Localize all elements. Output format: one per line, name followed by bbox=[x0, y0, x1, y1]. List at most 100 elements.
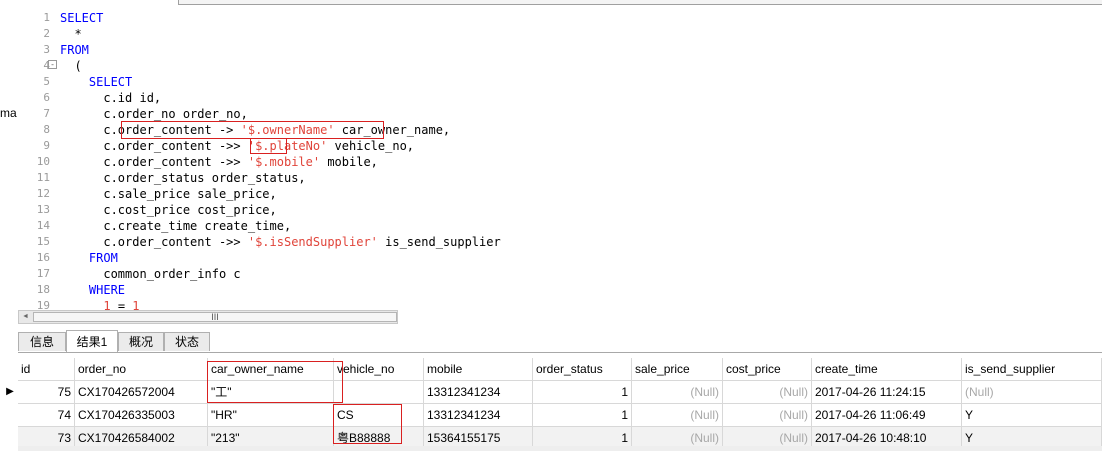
sql-editor[interactable]: ▸ 12345678910111213141516171819 - SELECT… bbox=[18, 0, 1102, 310]
column-header-order-status[interactable]: order_status bbox=[533, 358, 632, 380]
cell-mobile[interactable]: 13312341234 bbox=[424, 404, 533, 426]
column-header-sale-price[interactable]: sale_price bbox=[632, 358, 723, 380]
annotation-box-arrow-operator bbox=[250, 138, 287, 154]
column-header-mobile[interactable]: mobile bbox=[424, 358, 533, 380]
line-number: 15 bbox=[36, 235, 50, 248]
current-row-marker-icon: ▶ bbox=[6, 386, 14, 397]
sql-text: = bbox=[110, 299, 133, 310]
cell-create-time[interactable]: 2017-04-26 11:24:15 bbox=[812, 381, 962, 403]
sql-text: is_send_supplier bbox=[377, 235, 501, 249]
grid-header-row: id order_no car_owner_name vehicle_no mobile… bbox=[18, 358, 1102, 381]
line-number: 12 bbox=[36, 187, 50, 200]
cell-is-send-supplier[interactable]: (Null) bbox=[962, 381, 1102, 403]
column-header-id[interactable]: id bbox=[18, 358, 75, 380]
sql-text: c.order_content ->> bbox=[60, 139, 248, 153]
grid-bottom-edge bbox=[18, 446, 1102, 451]
cell-car-owner-name[interactable]: "HR" bbox=[208, 404, 334, 426]
cell-order-status[interactable]: 1 bbox=[533, 381, 632, 403]
line-number: 10 bbox=[36, 155, 50, 168]
result-tab-bar: 信息 结果1 概况 状态 bbox=[18, 330, 1102, 353]
tab-status[interactable]: 状态 bbox=[164, 332, 210, 351]
cell-cost-price[interactable]: (Null) bbox=[723, 381, 812, 403]
line-number: 8 bbox=[43, 123, 50, 136]
column-header-create-time[interactable]: create_time bbox=[812, 358, 962, 380]
line-number-gutter: 1 2 3 4 5 6 7 8 9 10 11 12 13 14 15 16 17 18 19 bbox=[18, 10, 54, 310]
cell-sale-price[interactable]: (Null) bbox=[632, 404, 723, 426]
code-line: WHERE bbox=[60, 282, 501, 298]
sql-text: c.cost_price cost_price, bbox=[60, 203, 277, 217]
tab-profile[interactable]: 概况 bbox=[118, 332, 164, 351]
cell-vehicle-no[interactable] bbox=[334, 381, 424, 403]
cell-id[interactable]: 75 bbox=[18, 381, 75, 403]
line-number: 19 bbox=[36, 299, 50, 310]
code-line: c.sale_price sale_price, bbox=[60, 186, 501, 202]
code-line: c.order_no order_no, bbox=[60, 106, 501, 122]
horizontal-scrollbar[interactable]: ◄ III bbox=[18, 310, 398, 324]
line-number: 6 bbox=[43, 91, 50, 104]
annotation-box-owner-name bbox=[121, 121, 384, 139]
line-number: 11 bbox=[36, 171, 50, 184]
cell-order-status[interactable]: 1 bbox=[533, 404, 632, 426]
sql-text: c.id id, bbox=[60, 91, 162, 105]
cell-mobile[interactable]: 13312341234 bbox=[424, 381, 533, 403]
sql-string: '$.mobile' bbox=[247, 155, 321, 169]
line-number: 5 bbox=[43, 75, 50, 88]
tab-info[interactable]: 信息 bbox=[18, 332, 66, 351]
left-panel-fragment: ma bbox=[0, 106, 17, 120]
sql-text: c.create_time create_time, bbox=[60, 219, 292, 233]
line-number: 7 bbox=[43, 107, 50, 120]
sql-keyword: SELECT bbox=[60, 11, 104, 25]
code-line: c.id id, bbox=[60, 90, 501, 106]
code-line: common_order_info c bbox=[60, 266, 501, 282]
scrollbar-thumb[interactable]: III bbox=[33, 312, 397, 322]
annotation-box-vehicle-no bbox=[333, 404, 402, 444]
result-grid: id order_no car_owner_name vehicle_no mobile… bbox=[6, 358, 1102, 450]
cell-order-no[interactable]: CX170426335003 bbox=[75, 404, 208, 426]
sql-keyword: WHERE bbox=[88, 283, 126, 297]
table-row[interactable]: ▶ 75 CX170426572004 "工" 13312341234 1 (Null) (N… bbox=[6, 381, 1102, 404]
line-number: 13 bbox=[36, 203, 50, 216]
cell-id[interactable]: 74 bbox=[18, 404, 75, 426]
sql-text: ( bbox=[60, 59, 82, 73]
column-header-vehicle-no[interactable]: vehicle_no bbox=[334, 358, 424, 380]
tab-result-1[interactable]: 结果1 bbox=[66, 330, 118, 352]
sql-text: c.order_content ->> bbox=[60, 235, 248, 249]
code-line: FROM bbox=[60, 42, 501, 58]
cell-create-time[interactable]: 2017-04-26 11:06:49 bbox=[812, 404, 962, 426]
code-line: c.order_content ->> '$.mobile' mobile, bbox=[60, 154, 501, 170]
column-header-is-send-supplier[interactable]: is_send_supplier bbox=[962, 358, 1102, 380]
code-line: SELECT bbox=[60, 74, 501, 90]
code-line: ( bbox=[60, 58, 501, 74]
sql-string: '$.isSendSupplier' bbox=[247, 235, 378, 249]
line-number: 1 bbox=[43, 11, 50, 24]
sql-keyword: FROM bbox=[88, 251, 118, 265]
cell-order-no[interactable]: CX170426572004 bbox=[75, 381, 208, 403]
code-line: FROM bbox=[60, 250, 501, 266]
table-row[interactable]: 74 CX170426335003 "HR" CS 13312341234 1 (Null)… bbox=[18, 404, 1102, 427]
sql-text: vehicle_no, bbox=[327, 139, 415, 153]
code-area[interactable]: SELECT * FROM ( SELECT c.id id, c.order_n… bbox=[60, 10, 501, 310]
column-header-cost-price[interactable]: cost_price bbox=[723, 358, 812, 380]
cell-is-send-supplier[interactable]: Y bbox=[962, 404, 1102, 426]
line-number: 17 bbox=[36, 267, 50, 280]
cell-cost-price[interactable]: (Null) bbox=[723, 404, 812, 426]
sql-text: * bbox=[60, 27, 82, 41]
code-line: c.order_content ->> '$.isSendSupplier' i… bbox=[60, 234, 501, 250]
sql-text: mobile, bbox=[320, 155, 378, 169]
line-number: 2 bbox=[43, 27, 50, 40]
line-number: 9 bbox=[43, 139, 50, 152]
sql-text: common_order_info c bbox=[60, 267, 241, 281]
column-header-order-no[interactable]: order_no bbox=[75, 358, 208, 380]
sql-keyword: SELECT bbox=[88, 75, 133, 89]
fold-toggle-icon[interactable]: - bbox=[48, 60, 57, 69]
cell-sale-price[interactable]: (Null) bbox=[632, 381, 723, 403]
sql-text: c.order_no order_no, bbox=[60, 107, 248, 121]
code-line: c.order_status order_status, bbox=[60, 170, 501, 186]
scroll-left-arrow-icon[interactable]: ◄ bbox=[20, 312, 31, 322]
code-line: c.create_time create_time, bbox=[60, 218, 501, 234]
sql-number: 1 bbox=[103, 299, 111, 310]
